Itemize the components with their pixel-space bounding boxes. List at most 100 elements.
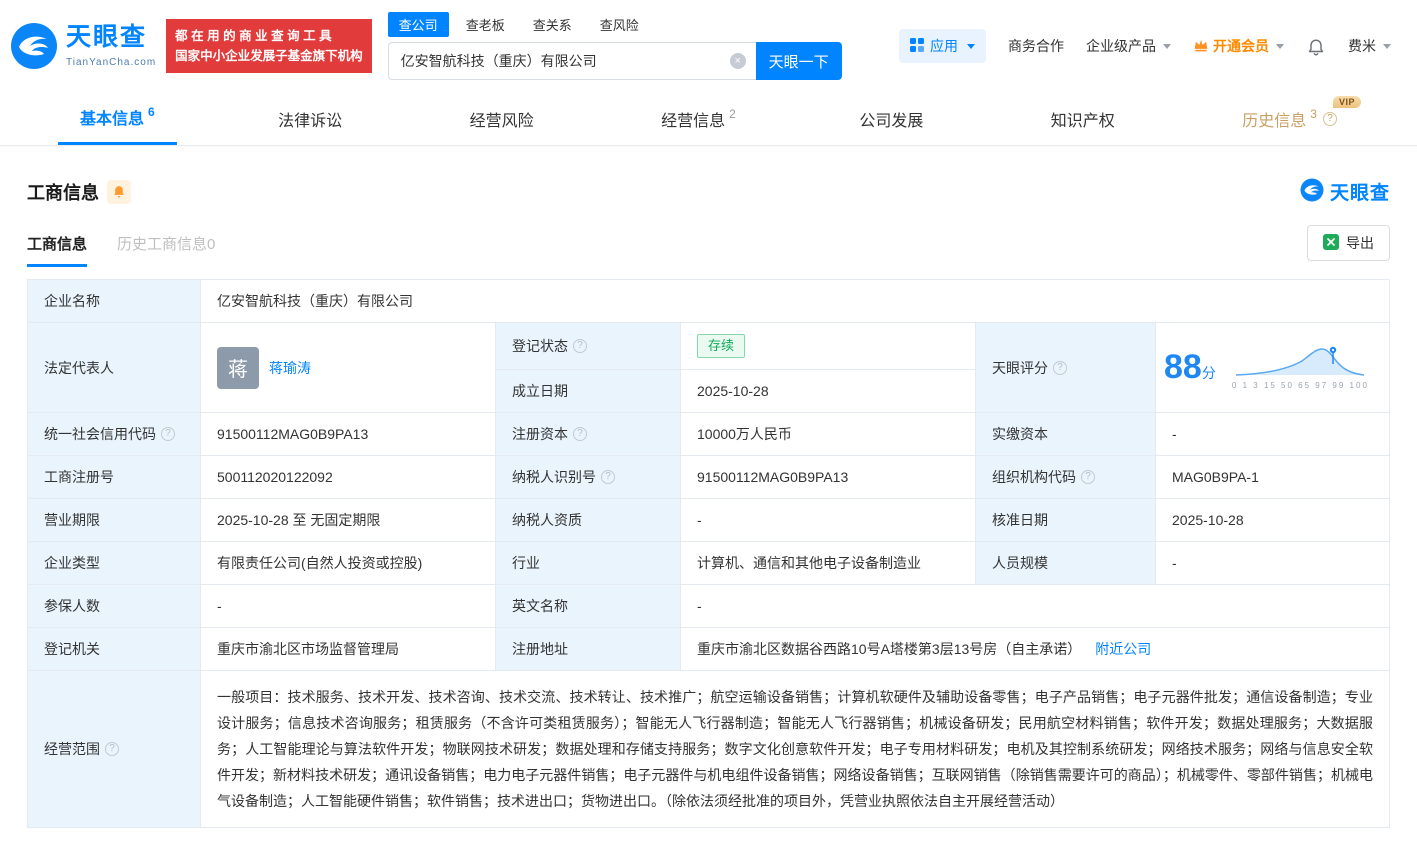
card-brand-logo[interactable]: 天眼查 bbox=[1300, 178, 1390, 205]
tab-operation-risk[interactable]: 经营风险 bbox=[448, 92, 560, 145]
crown-icon bbox=[1193, 38, 1209, 55]
history-info-help-icon[interactable] bbox=[1322, 111, 1337, 126]
staff-size-value: - bbox=[1155, 541, 1390, 585]
search-input[interactable] bbox=[387, 42, 756, 80]
address-value: 重庆市渝北区数据谷西路10号A塔楼第3层13号房（自主承诺） 附近公司 bbox=[680, 627, 1390, 671]
help-icon[interactable] bbox=[573, 339, 587, 353]
uscc-label: 统一社会信用代码 bbox=[27, 412, 201, 456]
insured-count-label: 参保人数 bbox=[27, 584, 201, 628]
tax-qualification-label: 纳税人资质 bbox=[495, 498, 681, 542]
tyc-score-value: 88分 bbox=[1164, 348, 1216, 386]
legal-rep-avatar[interactable]: 蒋 bbox=[217, 346, 259, 389]
help-icon[interactable] bbox=[1053, 360, 1067, 375]
search-tab-boss[interactable]: 查老板 bbox=[455, 12, 516, 37]
help-icon[interactable] bbox=[573, 427, 587, 441]
help-icon[interactable] bbox=[105, 742, 119, 756]
business-info-table: 企业名称 亿安智航科技（重庆）有限公司 法定代表人 蒋 蒋瑜涛 登记状态 存续 bbox=[27, 279, 1390, 828]
tab-intellectual-property-label: 知识产权 bbox=[1050, 112, 1115, 130]
legal-rep-cell: 蒋 蒋瑜涛 bbox=[200, 322, 496, 413]
chevron-down-icon bbox=[1163, 43, 1171, 49]
enterprise-products-menu[interactable]: 企业级产品 bbox=[1086, 36, 1171, 56]
tab-basic-info[interactable]: 基本信息 6 bbox=[58, 92, 177, 145]
english-name-label: 英文名称 bbox=[495, 584, 681, 628]
org-code-value: MAG0B9PA-1 bbox=[1155, 455, 1390, 499]
legal-rep-link[interactable]: 蒋瑜涛 bbox=[269, 358, 311, 378]
staff-size-label: 人员规模 bbox=[975, 541, 1156, 585]
reg-capital-value: 10000万人民币 bbox=[680, 412, 976, 456]
search-tab-relation[interactable]: 查关系 bbox=[522, 12, 583, 37]
brand-domain: TianYanCha.com bbox=[66, 56, 157, 68]
help-icon[interactable] bbox=[161, 427, 175, 441]
tyc-score-cell: 88分 0 1 3 15 50 65 97 99 100 bbox=[1155, 322, 1390, 413]
business-scope-value: 一般项目：技术服务、技术开发、技术咨询、技术交流、技术转让、技术推广；航空运输设… bbox=[200, 670, 1390, 828]
approval-date-value: 2025-10-28 bbox=[1155, 498, 1390, 542]
tab-operation-info-count: 2 bbox=[729, 106, 736, 121]
search-tabs: 查公司 查老板 查关系 查风险 bbox=[387, 12, 842, 37]
subtab-business-info[interactable]: 工商信息 bbox=[27, 233, 88, 267]
approval-date-label: 核准日期 bbox=[975, 498, 1156, 542]
business-info-card: 工商信息 天眼查 工商信息 历史工商信息0 导出 企业名称 亿安智航科技（重庆）… bbox=[0, 178, 1417, 828]
status-badge: 存续 bbox=[697, 334, 746, 358]
tab-legal-litigation-label: 法律诉讼 bbox=[278, 112, 343, 130]
vip-badge: VIP bbox=[1332, 96, 1361, 108]
term-label: 营业期限 bbox=[27, 498, 201, 542]
chevron-down-icon bbox=[1383, 43, 1391, 49]
established-label: 成立日期 bbox=[495, 369, 681, 413]
reg-capital-label: 注册资本 bbox=[495, 412, 681, 456]
tab-company-development-label: 公司发展 bbox=[859, 112, 924, 130]
paid-capital-value: - bbox=[1155, 412, 1390, 456]
search-button[interactable]: 天眼一下 bbox=[755, 42, 842, 80]
export-label: 导出 bbox=[1346, 235, 1374, 251]
tax-no-value: 91500112MAG0B9PA13 bbox=[680, 455, 976, 499]
search-tab-risk[interactable]: 查风险 bbox=[589, 12, 650, 37]
table-row: 营业期限 2025-10-28 至 无固定期限 纳税人资质 - 核准日期 202… bbox=[27, 498, 1390, 542]
open-vip-link[interactable]: 开通会员 bbox=[1193, 36, 1284, 56]
company-name-label: 企业名称 bbox=[27, 279, 201, 323]
tab-operation-risk-label: 经营风险 bbox=[469, 112, 534, 130]
reg-status-label: 登记状态 bbox=[495, 322, 681, 370]
score-axis-ticks: 0 1 3 15 50 65 97 99 100 bbox=[1231, 381, 1369, 390]
term-value: 2025-10-28 至 无固定期限 bbox=[200, 498, 496, 542]
help-icon[interactable] bbox=[1081, 470, 1095, 484]
tab-legal-litigation[interactable]: 法律诉讼 bbox=[256, 92, 368, 145]
chevron-down-icon bbox=[1276, 43, 1284, 49]
tab-basic-info-label: 基本信息 bbox=[80, 111, 145, 128]
business-cooperation-label: 商务合作 bbox=[1008, 38, 1064, 54]
reg-status-value: 存续 bbox=[680, 322, 976, 370]
section-title: 工商信息 bbox=[27, 182, 99, 203]
industry-value: 计算机、通信和其他电子设备制造业 bbox=[680, 541, 976, 585]
tab-intellectual-property[interactable]: 知识产权 bbox=[1029, 92, 1141, 145]
tab-operation-info-label: 经营信息 bbox=[661, 112, 726, 130]
apps-label: 应用 bbox=[930, 38, 958, 54]
reg-no-value: 500112020122092 bbox=[200, 455, 496, 499]
score-distribution-chart[interactable]: 0 1 3 15 50 65 97 99 100 bbox=[1220, 345, 1381, 390]
nearby-companies-link[interactable]: 附近公司 bbox=[1095, 641, 1151, 657]
help-icon[interactable] bbox=[601, 470, 615, 484]
tab-history-info[interactable]: VIP 历史信息 3 bbox=[1220, 92, 1361, 145]
table-row: 企业类型 有限责任公司(自然人投资或控股) 行业 计算机、通信和其他电子设备制造… bbox=[27, 541, 1390, 585]
tianyancha-logo-icon bbox=[10, 22, 58, 70]
business-scope-label: 经营范围 bbox=[27, 670, 201, 828]
tab-company-development[interactable]: 公司发展 bbox=[837, 92, 949, 145]
tyc-score-label: 天眼评分 bbox=[975, 322, 1156, 413]
notification-bell-icon[interactable] bbox=[1306, 36, 1326, 56]
subtab-history-business-info[interactable]: 历史工商信息0 bbox=[117, 233, 215, 267]
paid-capital-label: 实缴资本 bbox=[975, 412, 1156, 456]
business-cooperation-link[interactable]: 商务合作 bbox=[1008, 36, 1064, 56]
search-tab-company[interactable]: 查公司 bbox=[387, 12, 449, 37]
tab-operation-info[interactable]: 经营信息 2 bbox=[639, 92, 758, 145]
apps-menu[interactable]: 应用 bbox=[899, 29, 986, 63]
address-label: 注册地址 bbox=[495, 627, 681, 671]
subscribe-bell-icon[interactable] bbox=[107, 179, 131, 204]
table-row: 法定代表人 蒋 蒋瑜涛 登记状态 存续 天眼评分 bbox=[27, 322, 1390, 413]
tax-qualification-value: - bbox=[680, 498, 976, 542]
tianyancha-logo[interactable]: 天眼查 TianYanCha.com bbox=[10, 22, 156, 70]
tax-no-label: 纳税人识别号 bbox=[495, 455, 681, 499]
open-vip-label: 开通会员 bbox=[1213, 38, 1269, 54]
clear-icon[interactable] bbox=[729, 53, 746, 69]
user-menu[interactable]: 费米 bbox=[1348, 36, 1391, 56]
excel-icon bbox=[1323, 233, 1339, 253]
reg-no-label: 工商注册号 bbox=[27, 455, 201, 499]
tab-basic-info-count: 6 bbox=[148, 105, 155, 119]
export-button[interactable]: 导出 bbox=[1307, 225, 1390, 261]
